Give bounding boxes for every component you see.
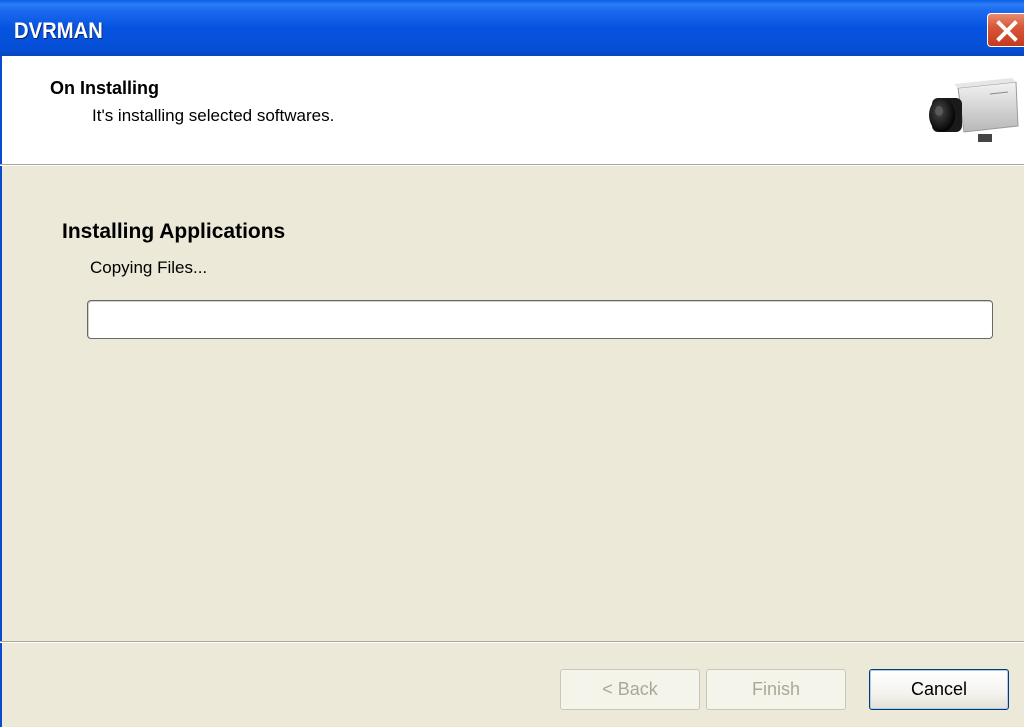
camera-icon — [929, 78, 1019, 142]
title-bar[interactable]: DVRMAN — [0, 0, 1024, 56]
progress-bar — [87, 300, 993, 339]
status-text: Copying Files... — [90, 258, 208, 277]
cancel-button[interactable]: Cancel — [869, 669, 1009, 710]
header-title: On Installing — [50, 78, 160, 98]
window-title: DVRMAN — [14, 18, 103, 43]
finish-button[interactable]: Finish — [706, 669, 846, 710]
header-separator-highlight — [0, 165, 1024, 166]
footer-separator-highlight — [0, 642, 1024, 643]
header-subtitle: It's installing selected softwares. — [92, 106, 335, 125]
close-button[interactable] — [987, 13, 1024, 47]
close-icon — [996, 20, 1018, 42]
back-button[interactable]: < Back — [560, 669, 700, 710]
section-title: Installing Applications — [62, 220, 286, 243]
